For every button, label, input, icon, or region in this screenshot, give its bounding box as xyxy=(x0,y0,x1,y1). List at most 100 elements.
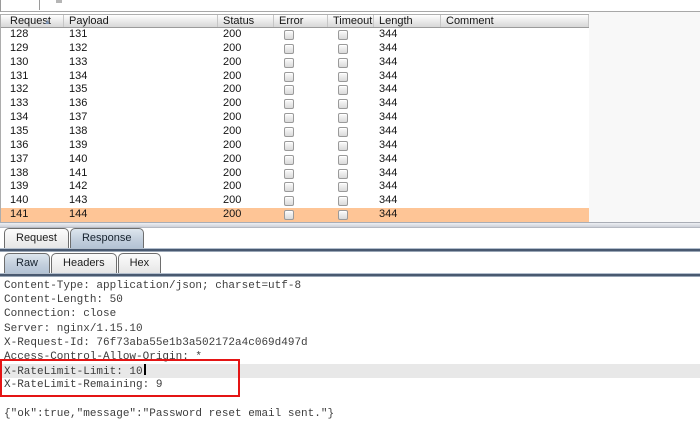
cell-length: 344 xyxy=(379,83,398,96)
table-body: 128 131 200 344 129 132 200 344 130 133 200 344 131 1… xyxy=(1,28,589,223)
checkbox-error[interactable] xyxy=(284,99,294,110)
checkbox-timeout[interactable] xyxy=(338,196,348,207)
cell-timeout xyxy=(328,180,374,194)
table-row[interactable]: 136 139 200 344 xyxy=(1,138,589,153)
checkbox-timeout[interactable] xyxy=(338,99,348,110)
response-line: X-RateLimit-Limit: 10 xyxy=(0,364,700,379)
table-row[interactable]: 133 136 200 344 xyxy=(1,97,589,112)
response-line: X-RateLimit-Remaining: 9 xyxy=(4,379,163,392)
cell-comment xyxy=(441,208,589,222)
column-header-comment[interactable]: Comment xyxy=(441,15,589,27)
table-row[interactable]: 135 138 200 344 xyxy=(1,125,589,139)
checkbox-timeout[interactable] xyxy=(338,113,348,124)
column-header-status[interactable]: Status xyxy=(218,15,274,27)
column-header-label: Error xyxy=(279,15,304,27)
message-tabs: Request Response xyxy=(0,228,700,248)
column-header-timeout[interactable]: Timeout xyxy=(328,15,374,27)
response-text: Content-Type: application/json; charset=… xyxy=(0,279,700,421)
cell-length: 344 xyxy=(379,208,398,221)
column-header-error[interactable]: Error xyxy=(274,15,328,27)
checkbox-timeout[interactable] xyxy=(338,126,348,137)
cell-comment xyxy=(441,180,589,194)
checkbox-error[interactable] xyxy=(284,140,294,151)
cell-status: 200 xyxy=(223,180,242,193)
tab-raw[interactable]: Raw xyxy=(4,253,51,273)
cell-timeout xyxy=(328,70,374,84)
checkbox-error[interactable] xyxy=(284,43,294,54)
cell-error xyxy=(274,28,328,42)
checkbox-timeout[interactable] xyxy=(338,57,348,68)
table-row[interactable]: 128 131 200 344 xyxy=(1,28,589,42)
table-row[interactable]: 130 133 200 344 xyxy=(1,55,589,70)
cell-status: 200 xyxy=(223,194,242,207)
cell-length: 344 xyxy=(379,138,398,151)
checkbox-timeout[interactable] xyxy=(338,43,348,54)
table-row[interactable]: 134 137 200 344 xyxy=(1,111,589,126)
cell-length: 344 xyxy=(379,41,398,54)
cell-timeout xyxy=(328,28,374,42)
cell-timeout xyxy=(328,194,374,208)
checkbox-timeout[interactable] xyxy=(338,29,348,40)
cell-comment xyxy=(441,153,589,167)
checkbox-error[interactable] xyxy=(284,113,294,124)
cell-error xyxy=(274,194,328,208)
cell-comment xyxy=(441,42,589,56)
response-line: Connection: close xyxy=(4,308,117,321)
table-row[interactable]: 141 144 200 344 xyxy=(1,208,589,223)
checkbox-error[interactable] xyxy=(284,57,294,68)
table-row[interactable]: 137 140 200 344 xyxy=(1,152,589,167)
column-header-length[interactable]: Length xyxy=(374,15,441,27)
table-row[interactable]: 132 135 200 344 xyxy=(1,83,589,98)
response-raw-view[interactable]: Content-Type: application/json; charset=… xyxy=(0,277,700,427)
checkbox-error[interactable] xyxy=(284,168,294,179)
response-line: Server: nginx/1.15.10 xyxy=(4,322,143,335)
column-header-payload[interactable]: Payload xyxy=(64,15,218,27)
table-row[interactable]: 131 134 200 344 xyxy=(1,69,589,84)
table-row[interactable]: 129 132 200 344 xyxy=(1,41,589,56)
checkbox-error[interactable] xyxy=(284,85,294,96)
table-row[interactable]: 140 143 200 344 xyxy=(1,194,589,209)
checkbox-error[interactable] xyxy=(284,29,294,40)
checkbox-timeout[interactable] xyxy=(338,154,348,165)
checkbox-timeout[interactable] xyxy=(338,168,348,179)
cell-error xyxy=(274,83,328,97)
checkbox-timeout[interactable] xyxy=(338,140,348,151)
cell-error xyxy=(274,42,328,56)
checkbox-timeout[interactable] xyxy=(338,85,348,96)
table-row[interactable]: 138 141 200 344 xyxy=(1,166,589,181)
tab-response[interactable]: Response xyxy=(69,228,144,248)
checkbox-timeout[interactable] xyxy=(338,210,348,221)
response-line: Content-Type: application/json; charset=… xyxy=(4,280,302,292)
cell-length: 344 xyxy=(379,111,398,124)
cell-payload: 139 xyxy=(69,138,88,151)
checkbox-error[interactable] xyxy=(284,126,294,137)
tab-hex[interactable]: Hex xyxy=(117,253,162,273)
cell-payload: 133 xyxy=(69,55,88,68)
response-line: X-Request-Id: 76f73aba55e1b3a502172a4c06… xyxy=(4,336,308,349)
table-row[interactable]: 139 142 200 344 xyxy=(1,180,589,195)
cell-comment xyxy=(441,28,589,42)
cell-payload: 135 xyxy=(69,83,88,96)
checkbox-timeout[interactable] xyxy=(338,182,348,193)
cell-comment xyxy=(441,167,589,181)
cell-status: 200 xyxy=(223,152,242,165)
checkbox-error[interactable] xyxy=(284,196,294,207)
cell-payload: 132 xyxy=(69,41,88,54)
cell-request: 140 xyxy=(10,194,29,207)
tab-request[interactable]: Request xyxy=(4,228,69,248)
response-line: Content-Length: 50 xyxy=(4,294,123,307)
cell-request: 135 xyxy=(10,125,29,138)
table-header-row: Request ▲ Payload Status Error Timeout Length C… xyxy=(1,14,589,28)
response-line: {"ok":true,"message":"Password reset ema… xyxy=(4,407,335,420)
checkbox-error[interactable] xyxy=(284,154,294,165)
checkbox-error[interactable] xyxy=(284,210,294,221)
column-header-label: Length xyxy=(379,15,413,27)
checkbox-error[interactable] xyxy=(284,182,294,193)
checkbox-error[interactable] xyxy=(284,71,294,82)
cell-timeout xyxy=(328,167,374,181)
tab-headers[interactable]: Headers xyxy=(51,253,117,273)
column-header-request[interactable]: Request ▲ xyxy=(1,15,64,27)
checkbox-timeout[interactable] xyxy=(338,71,348,82)
cell-error xyxy=(274,70,328,84)
cell-error xyxy=(274,97,328,111)
